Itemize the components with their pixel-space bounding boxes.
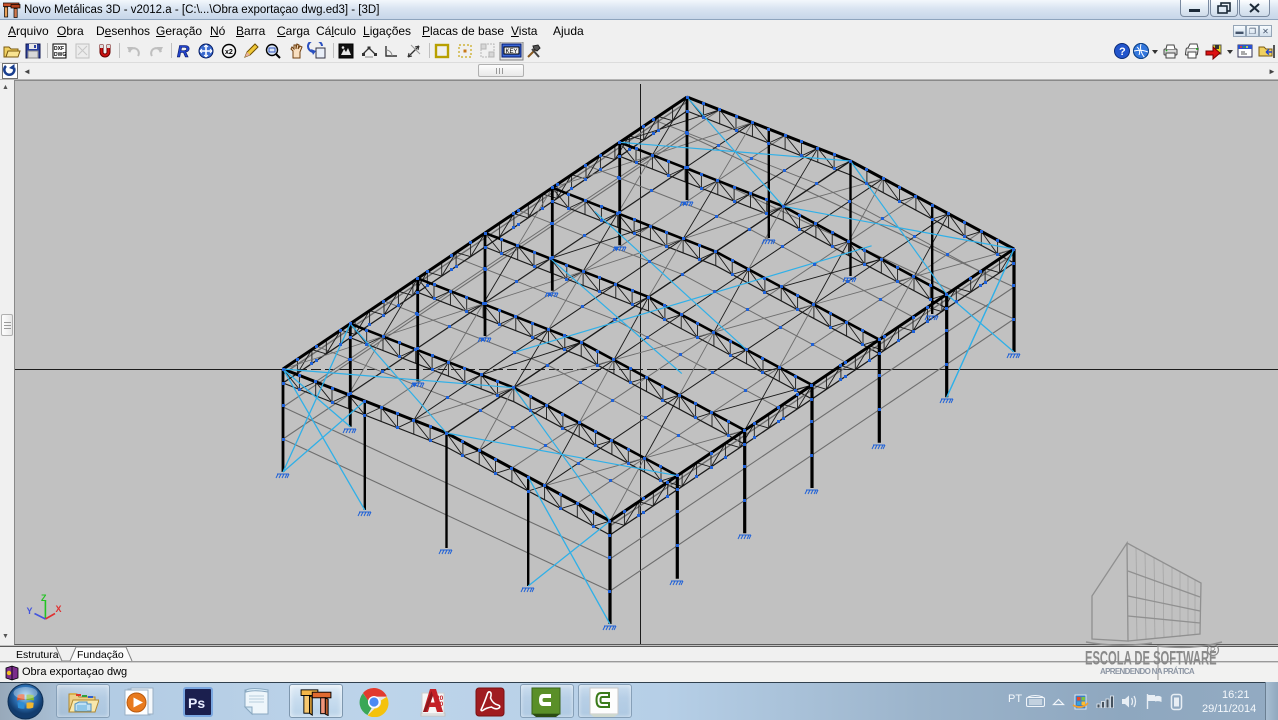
svg-text:x2: x2 — [225, 49, 233, 56]
svg-text:X: X — [56, 604, 62, 614]
svg-text:APRENDENDO NA PRÁTICA: APRENDENDO NA PRÁTICA — [1100, 667, 1195, 676]
svg-text:DWG: DWG — [54, 52, 66, 58]
svg-text:KEY: KEY — [506, 49, 518, 55]
svg-text:R: R — [177, 42, 190, 61]
svg-text:R: R — [1210, 646, 1216, 655]
svg-text:?: ? — [1119, 46, 1126, 58]
svg-text:Estrutura: Estrutura — [16, 649, 59, 661]
svg-text:Y: Y — [27, 606, 33, 616]
svg-text:Ps: Ps — [188, 695, 205, 711]
svg-text:Fundação: Fundação — [77, 649, 124, 661]
svg-text:10: 10 — [436, 701, 444, 708]
svg-text:Z: Z — [41, 593, 47, 603]
